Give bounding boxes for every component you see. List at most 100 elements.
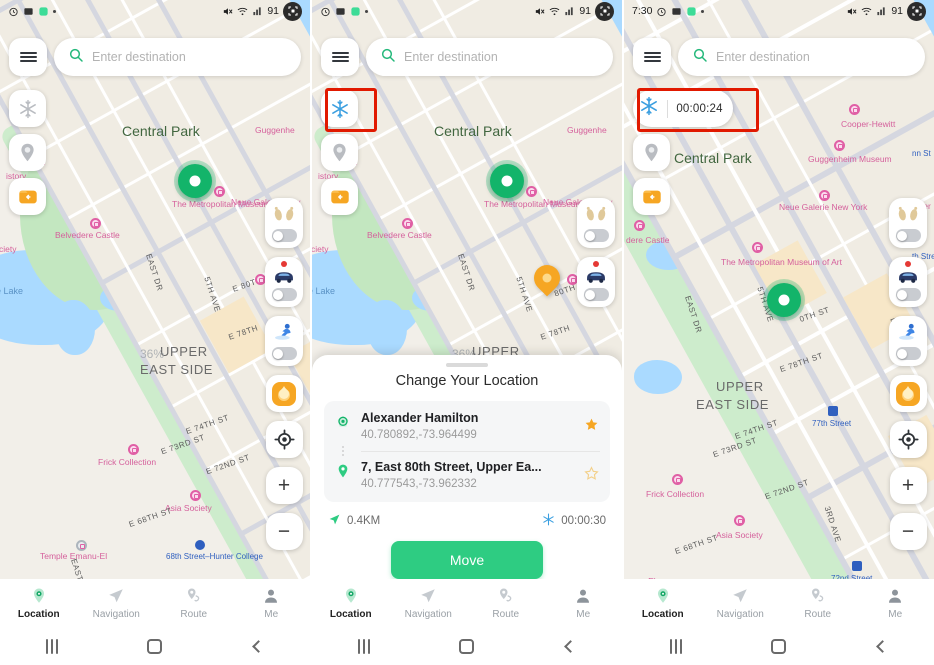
car-toggle-card[interactable]	[265, 257, 303, 307]
zoom-in-icon[interactable]: +	[889, 467, 927, 504]
footprints-toggle[interactable]	[895, 229, 921, 242]
map-subway-marker[interactable]	[852, 561, 862, 571]
scan-icon[interactable]	[907, 1, 926, 21]
home-icon[interactable]	[727, 638, 830, 654]
map-poi-marker[interactable]	[90, 218, 101, 229]
hamburger-menu-icon[interactable]	[633, 38, 671, 76]
tab-route[interactable]: Route	[779, 587, 857, 620]
search-input[interactable]: Enter destination	[366, 38, 613, 76]
move-button[interactable]: Move	[391, 541, 543, 579]
car-toggle[interactable]	[271, 288, 297, 301]
search-input[interactable]: Enter destination	[54, 38, 301, 76]
map-poi-marker[interactable]	[128, 444, 139, 455]
footprints-toggle[interactable]	[583, 229, 609, 242]
footprints-toggle[interactable]	[271, 229, 297, 242]
tab-route[interactable]: Route	[467, 587, 545, 620]
map-subway-marker[interactable]	[195, 540, 205, 550]
snowflake-icon[interactable]	[321, 90, 358, 127]
footprints-toggle-card[interactable]	[265, 198, 303, 248]
freeze-timer-chip[interactable]: 00:00:24	[633, 90, 733, 127]
folder-icon[interactable]	[9, 178, 46, 215]
paper-plane-icon	[731, 587, 749, 606]
map-poi-marker[interactable]	[76, 540, 87, 551]
skating-toggle-card[interactable]	[889, 316, 927, 366]
destination-favorite-star-icon[interactable]	[582, 460, 600, 481]
tab-location[interactable]: Location	[0, 587, 78, 620]
map-poi-marker[interactable]	[402, 218, 413, 229]
map-poi-marker[interactable]	[526, 186, 537, 197]
back-icon[interactable]	[519, 639, 622, 653]
scan-icon[interactable]	[595, 1, 614, 21]
map-poi-marker[interactable]	[819, 190, 830, 201]
footprints-toggle-card[interactable]	[889, 198, 927, 248]
hamburger-menu-icon[interactable]	[321, 38, 359, 76]
app-icon	[686, 6, 697, 17]
map-poi-marker[interactable]	[190, 490, 201, 501]
snowflake-icon[interactable]	[9, 90, 46, 127]
skating-toggle[interactable]	[271, 347, 297, 360]
tab-me-label: Me	[576, 608, 591, 620]
map-canvas-1[interactable]: Central Park e Lake Guggenhe Neue Galeri…	[0, 0, 310, 665]
folder-icon[interactable]	[321, 178, 358, 215]
sheet-grabber[interactable]	[446, 362, 488, 367]
zoom-out-icon[interactable]: −	[889, 513, 927, 550]
search-input[interactable]: Enter destination	[678, 38, 925, 76]
car-icon	[582, 261, 610, 284]
current-location-puck	[767, 283, 801, 317]
car-toggle[interactable]	[895, 288, 921, 301]
recents-icon[interactable]	[0, 638, 103, 654]
home-icon[interactable]	[103, 638, 206, 654]
map-poi-marker[interactable]	[214, 186, 225, 197]
zoom-in-icon[interactable]: +	[265, 467, 303, 504]
destination-row[interactable]: 7, East 80th Street, Upper Ea... 40.7775…	[334, 460, 600, 492]
location-pin-icon[interactable]	[321, 134, 358, 171]
tab-navigation[interactable]: Navigation	[702, 587, 780, 620]
skating-toggle[interactable]	[895, 347, 921, 360]
battery-level: 91	[579, 5, 591, 17]
map-poi-marker[interactable]	[734, 515, 745, 526]
location-pin-icon[interactable]	[9, 134, 46, 171]
dot-icon	[53, 9, 56, 13]
tab-navigation[interactable]: Navigation	[390, 587, 468, 620]
car-toggle-card[interactable]	[577, 257, 615, 307]
folder-icon[interactable]	[633, 178, 670, 215]
tab-route[interactable]: Route	[155, 587, 233, 620]
map-poi-marker[interactable]	[752, 242, 763, 253]
back-icon[interactable]	[831, 639, 934, 653]
origin-row[interactable]: Alexander Hamilton 40.780892,-73.964499	[334, 411, 600, 443]
car-toggle-card[interactable]	[889, 257, 927, 307]
tab-location[interactable]: Location	[624, 587, 702, 620]
map-subway-marker[interactable]	[828, 406, 838, 416]
tab-me-label: Me	[264, 608, 279, 620]
crosshair-locate-icon[interactable]	[265, 421, 303, 458]
tab-me[interactable]: Me	[233, 587, 311, 620]
zoom-out-icon[interactable]: −	[265, 513, 303, 550]
distance-value: 0.4KM	[347, 515, 381, 527]
duration-group: 00:00:30	[542, 513, 606, 529]
map-poi-marker[interactable]	[834, 140, 845, 151]
hamburger-menu-icon[interactable]	[9, 38, 47, 76]
footprints-toggle-card[interactable]	[577, 198, 615, 248]
skating-toggle-card[interactable]	[265, 316, 303, 366]
tab-navigation[interactable]: Navigation	[78, 587, 156, 620]
notification-badge	[593, 261, 599, 267]
flame-icon[interactable]	[889, 375, 927, 412]
mute-icon	[222, 6, 233, 17]
back-icon[interactable]	[207, 639, 310, 653]
origin-favorite-star-icon[interactable]	[582, 411, 600, 432]
scan-icon[interactable]	[283, 1, 302, 21]
tab-location[interactable]: Location	[312, 587, 390, 620]
status-right: 91	[846, 1, 926, 21]
location-pin-icon[interactable]	[633, 134, 670, 171]
recents-icon[interactable]	[624, 638, 727, 654]
map-poi-marker[interactable]	[634, 220, 645, 231]
crosshair-locate-icon[interactable]	[889, 421, 927, 458]
recents-icon[interactable]	[312, 638, 415, 654]
car-toggle[interactable]	[583, 288, 609, 301]
home-icon[interactable]	[415, 638, 518, 654]
tab-me[interactable]: Me	[857, 587, 934, 620]
map-poi-marker[interactable]	[672, 474, 683, 485]
tab-me[interactable]: Me	[545, 587, 623, 620]
flame-icon[interactable]	[265, 375, 303, 412]
map-poi-marker[interactable]	[849, 104, 860, 115]
